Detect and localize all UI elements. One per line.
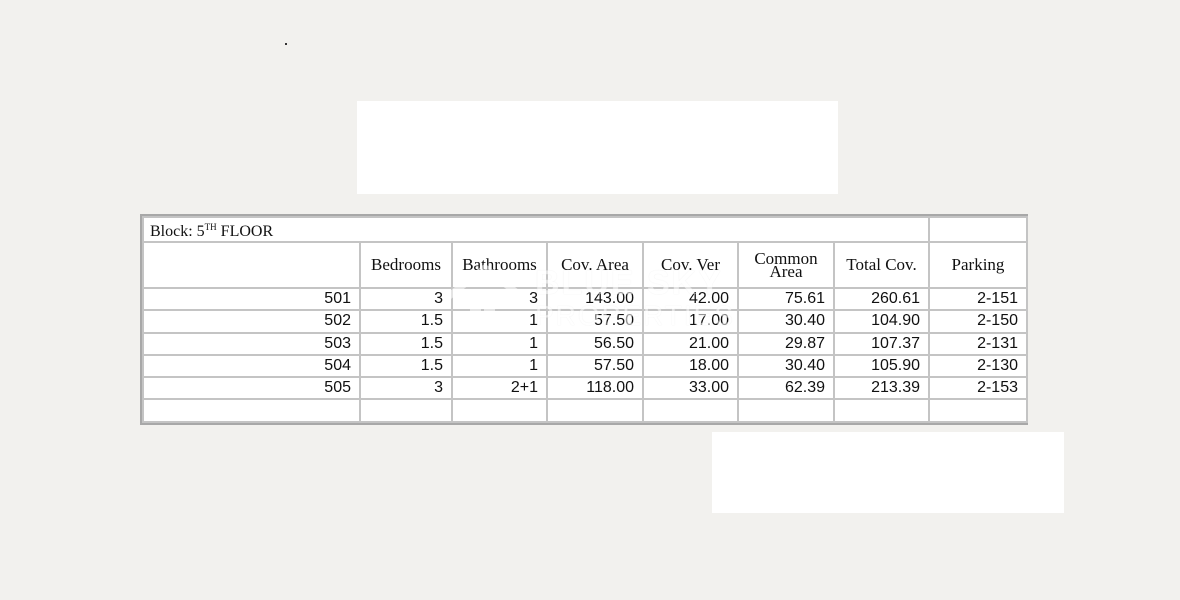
floor-table: Block: 5TH FLOOR Bedrooms Bathrooms Cov. A…	[140, 214, 1028, 425]
table-cell: 29.87	[737, 331, 835, 356]
empty-cell	[451, 397, 548, 424]
column-header: Parking	[928, 241, 1028, 290]
table-cell: 3	[359, 375, 453, 400]
table-cell: 1.5	[359, 309, 453, 334]
blank-panel-top	[357, 101, 838, 194]
block-floor: FLOOR	[216, 223, 274, 241]
block-label: Block: 5	[150, 223, 205, 241]
table-row: 503 1.5 1 56.50 21.00 29.87 107.37 2-131	[142, 331, 1028, 356]
table-cell: 2-130	[928, 353, 1028, 378]
column-header: Bedrooms	[359, 241, 453, 290]
block-empty-cell	[928, 215, 1028, 244]
empty-cell	[642, 397, 739, 424]
block-label-superscript: TH	[204, 222, 217, 233]
table-cell: 1	[451, 353, 548, 378]
unit-number-cell: 503	[142, 331, 361, 356]
table-cell: 2+1	[451, 375, 548, 400]
column-header: Common Area	[737, 241, 835, 290]
unit-number-cell: 502	[142, 309, 361, 334]
column-header: Cov. Area	[546, 241, 644, 290]
table-cell: 2-151	[928, 287, 1028, 312]
table-cell: 75.61	[737, 287, 835, 312]
table-cell: 1.5	[359, 331, 453, 356]
blank-panel-bottom	[712, 432, 1064, 513]
table-cell: 260.61	[833, 287, 930, 312]
empty-cell	[359, 397, 453, 424]
table-cell: 57.50	[546, 353, 644, 378]
empty-cell	[142, 397, 361, 424]
table-row: 505 3 2+1 118.00 33.00 62.39 213.39 2-153	[142, 375, 1028, 400]
table-cell: 1.5	[359, 353, 453, 378]
table-cell: 2-153	[928, 375, 1028, 400]
table-cell: 1	[451, 309, 548, 334]
table-cell: 3	[359, 287, 453, 312]
table-cell: 2-150	[928, 309, 1028, 334]
column-header: Bathrooms	[451, 241, 548, 290]
empty-cell	[737, 397, 835, 424]
header-empty-cell	[142, 241, 361, 290]
empty-cell	[928, 397, 1028, 424]
table-cell: 213.39	[833, 375, 930, 400]
table-cell: 1	[451, 331, 548, 356]
table-cell: 143.00	[546, 287, 644, 312]
empty-cell	[833, 397, 930, 424]
table-cell: 17.00	[642, 309, 739, 334]
table-cell: 2-131	[928, 331, 1028, 356]
unit-number-cell: 505	[142, 375, 361, 400]
units-table: Block: 5TH FLOOR Bedrooms Bathrooms Cov. A…	[142, 215, 1028, 424]
table-row: 501 3 3 143.00 42.00 75.61 260.61 2-151	[142, 287, 1028, 312]
table-row: 504 1.5 1 57.50 18.00 30.40 105.90 2-130	[142, 353, 1028, 378]
table-cell: 3	[451, 287, 548, 312]
column-header: Total Cov.	[833, 241, 930, 290]
table-cell: 104.90	[833, 309, 930, 334]
table-cell: 57.50	[546, 309, 644, 334]
table-cell: 18.00	[642, 353, 739, 378]
table-cell: 62.39	[737, 375, 835, 400]
unit-number-cell: 501	[142, 287, 361, 312]
stray-dot	[285, 43, 287, 45]
table-cell: 107.37	[833, 331, 930, 356]
empty-cell	[546, 397, 644, 424]
page: Block: 5TH FLOOR Bedrooms Bathrooms Cov. A…	[0, 0, 1180, 600]
table-cell: 21.00	[642, 331, 739, 356]
table-row-empty	[142, 397, 1028, 424]
table-cell: 105.90	[833, 353, 930, 378]
column-header: Cov. Ver	[642, 241, 739, 290]
block-label-cell: Block: 5TH FLOOR	[142, 215, 930, 244]
table-cell: 118.00	[546, 375, 644, 400]
table-cell: 42.00	[642, 287, 739, 312]
table-cell: 33.00	[642, 375, 739, 400]
unit-number-cell: 504	[142, 353, 361, 378]
table-row: 502 1.5 1 57.50 17.00 30.40 104.90 2-150	[142, 309, 1028, 334]
table-cell: 30.40	[737, 309, 835, 334]
table-cell: 30.40	[737, 353, 835, 378]
table-cell: 56.50	[546, 331, 644, 356]
